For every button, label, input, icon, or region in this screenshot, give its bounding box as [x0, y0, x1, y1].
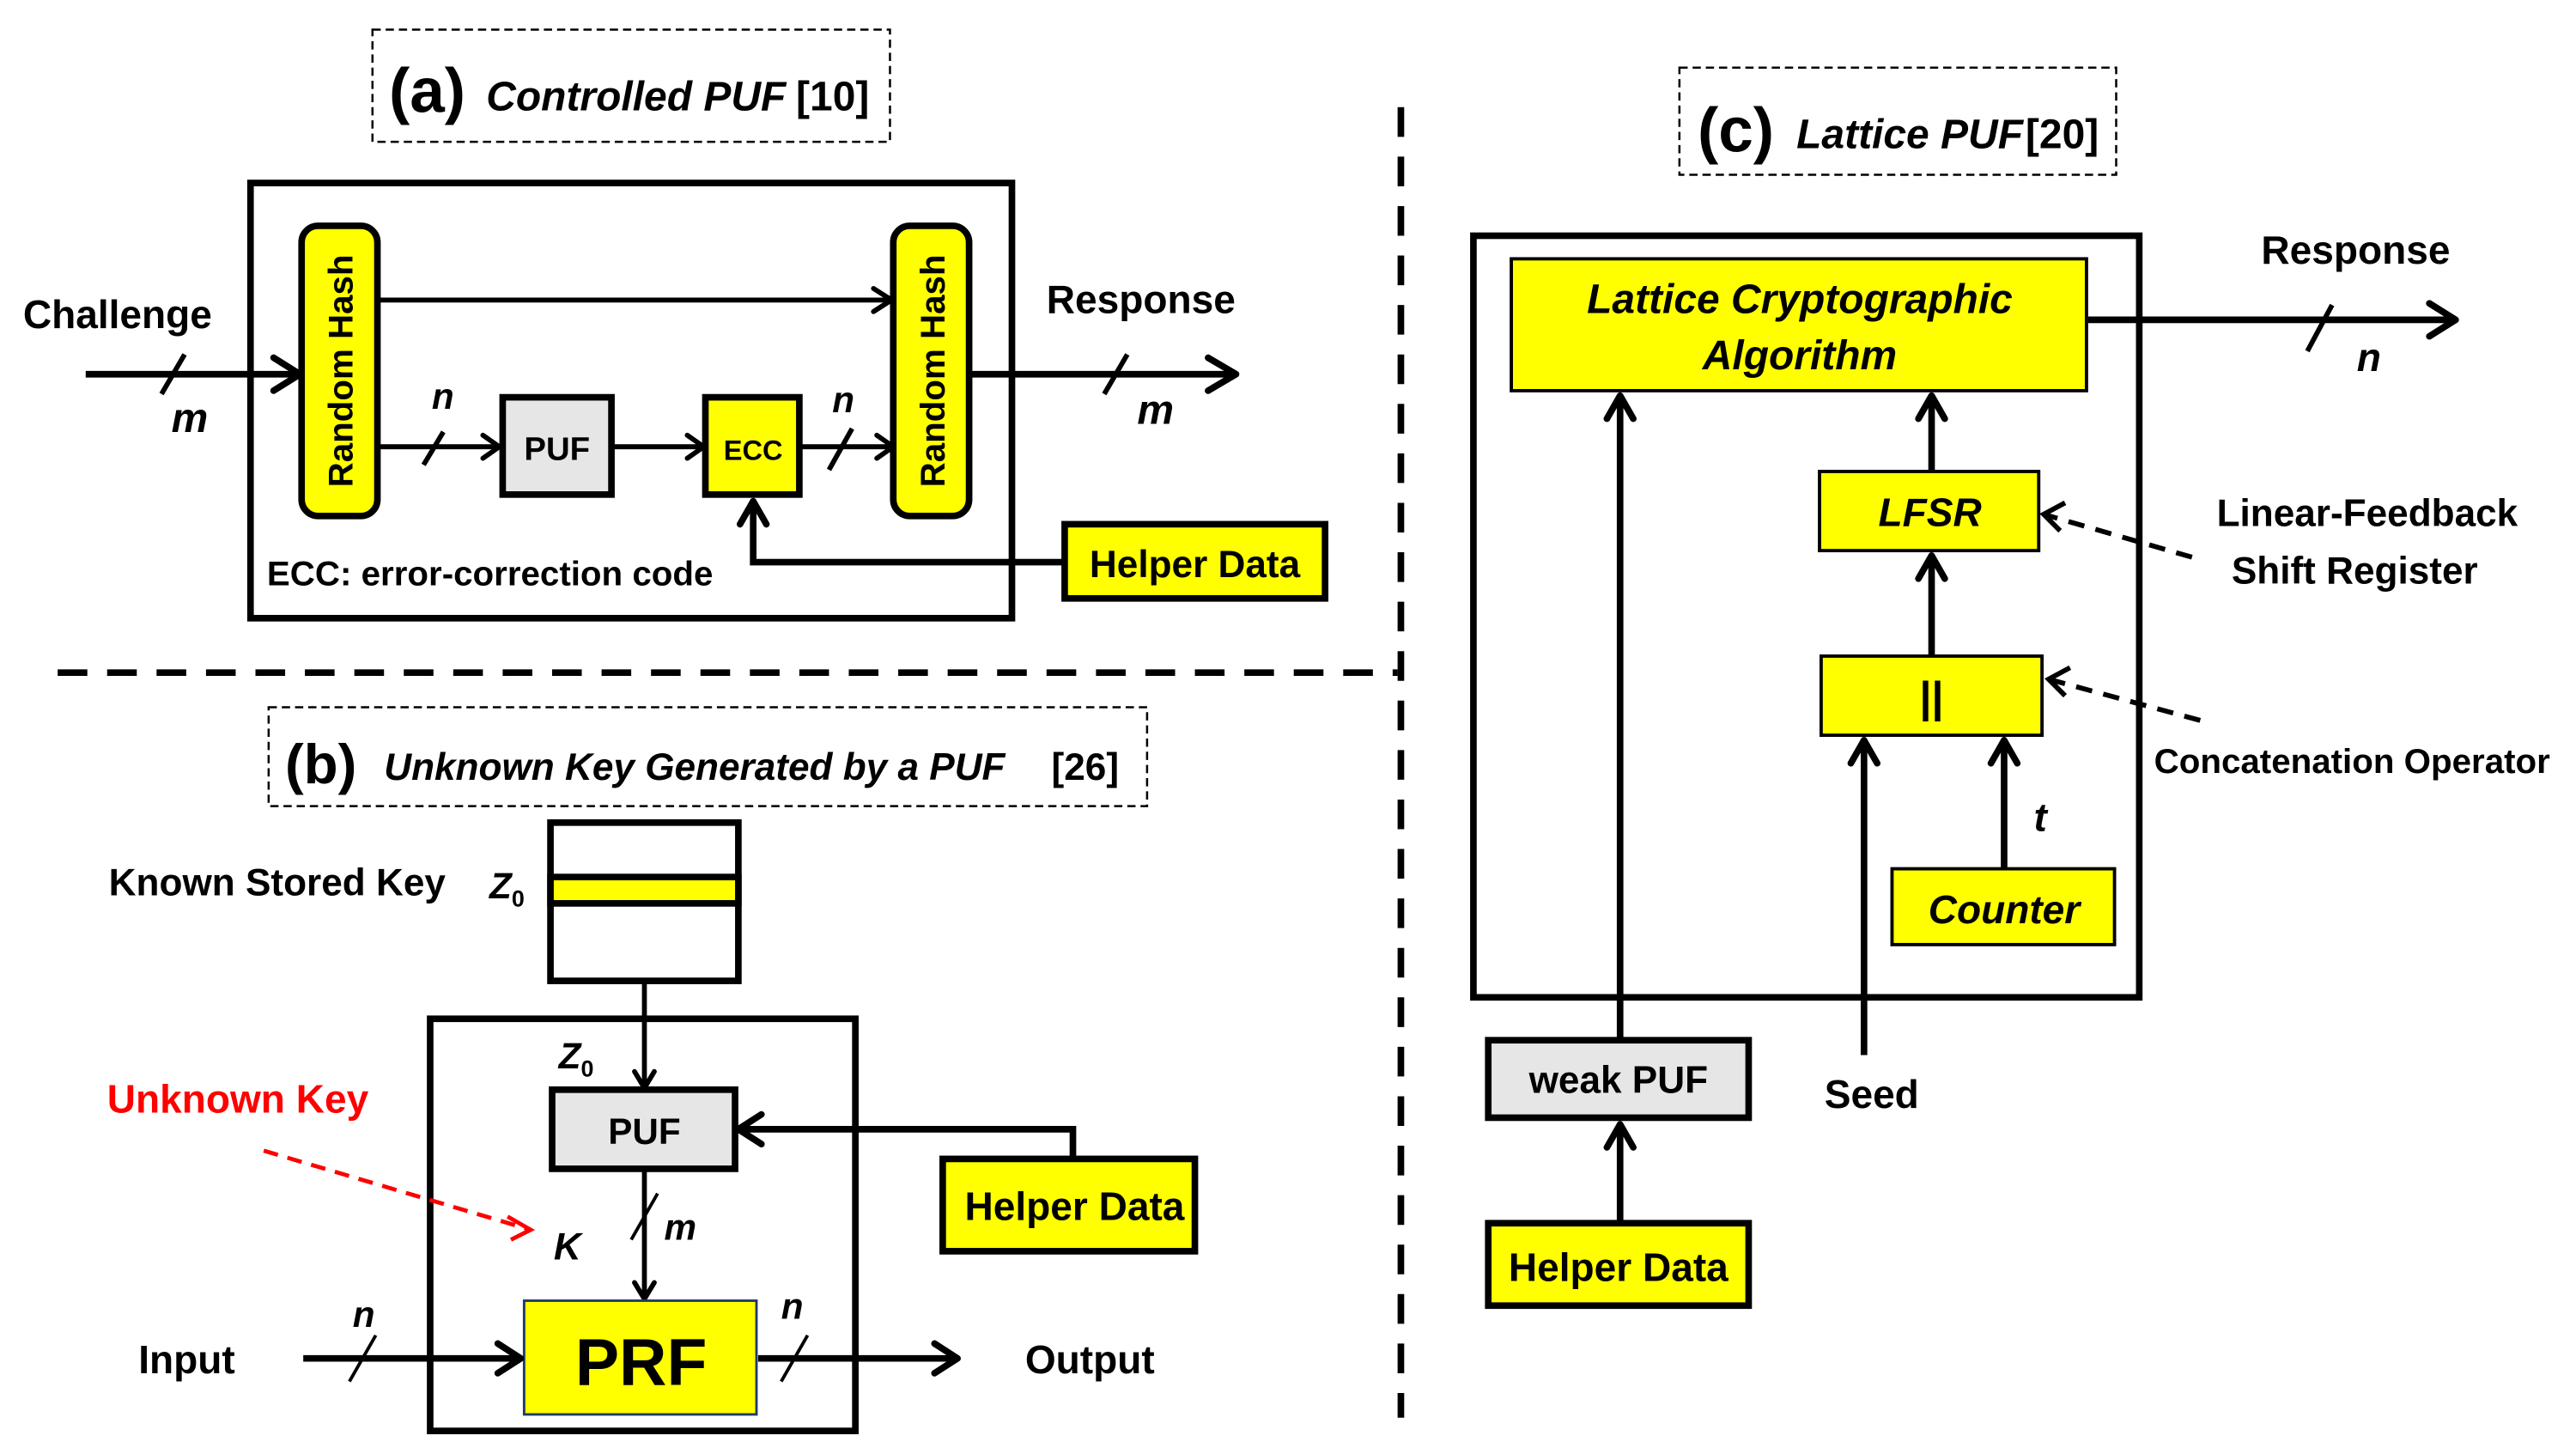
bus-width-k: m — [665, 1207, 697, 1247]
unknown-key-arrowhead — [506, 1214, 536, 1242]
response-label-a: Response — [1047, 277, 1236, 322]
ecc-note: ECC: error-correction code — [267, 554, 713, 593]
bus-width-m-out: m — [1137, 387, 1174, 433]
response-label-c: Response — [2261, 228, 2450, 272]
puf-label-a: PUF — [524, 431, 590, 468]
k-label: K — [554, 1226, 584, 1268]
puf-label-b: PUF — [608, 1111, 680, 1152]
t-label: t — [2034, 794, 2049, 839]
bus-width-input: n — [353, 1294, 375, 1335]
ecc-label: ECC — [724, 435, 783, 466]
input-label: Input — [138, 1337, 235, 1382]
panel-b: (b) Unknown Key Generated by a PUF [26] … — [107, 706, 1199, 1434]
random-hash-left-label: Random Hash — [322, 254, 361, 487]
challenge-label: Challenge — [23, 292, 212, 337]
concat-label: || — [1920, 673, 1944, 722]
lattice-algorithm-label-1: Lattice Cryptographic — [1587, 277, 2013, 323]
panel-a-title: Controlled PUF — [486, 75, 787, 120]
unknown-key-pointer — [263, 1148, 532, 1232]
z0-label-puf: Z0 — [558, 1036, 594, 1082]
panel-b-tag: (b) — [285, 733, 356, 795]
z0-label-store: Z0 — [489, 866, 525, 912]
bus-width-n-puf: n — [432, 376, 454, 417]
key-register-slot — [547, 873, 742, 907]
bus-width-n-ecc: n — [832, 380, 854, 420]
panel-b-title: Unknown Key Generated by a PUF — [384, 746, 1005, 788]
unknown-key-label: Unknown Key — [107, 1077, 369, 1122]
helper-to-puf-line — [738, 1126, 1077, 1159]
panel-c-tag: (c) — [1698, 96, 1774, 166]
concat-note: Concatenation Operator — [2154, 742, 2551, 781]
puf-diagram: (a) Controlled PUF [10] Challenge m Rand… — [23, 28, 2551, 1434]
helper-data-label-b: Helper Data — [964, 1183, 1184, 1228]
lfsr-note-2: Shift Register — [2232, 551, 2478, 593]
panel-c-title: Lattice PUF — [1796, 113, 2025, 158]
bus-width-m-in: m — [172, 396, 209, 441]
lfsr-note-1: Linear-Feedback — [2217, 492, 2518, 534]
output-label: Output — [1025, 1337, 1155, 1382]
concat-note-pointer — [2048, 677, 2202, 723]
helper-data-label-a: Helper Data — [1090, 544, 1301, 586]
panel-c-ref: [20] — [2026, 113, 2099, 158]
lfsr-label: LFSR — [1878, 490, 1981, 534]
known-stored-key-label: Known Stored Key — [109, 861, 447, 903]
counter-label: Counter — [1929, 887, 2083, 932]
panel-c: (c) Lattice PUF [20] Lattice Cryptograph… — [1470, 66, 2551, 1310]
helper-data-label-c: Helper Data — [1509, 1244, 1728, 1289]
bus-width-response: n — [2357, 335, 2381, 380]
panel-a-ref: [10] — [796, 75, 869, 120]
weak-puf-label: weak PUF — [1528, 1060, 1708, 1102]
panel-a-tag: (a) — [389, 57, 465, 126]
lfsr-note-pointer — [2043, 512, 2193, 560]
prf-label: PRF — [575, 1326, 708, 1399]
random-hash-right-label: Random Hash — [914, 254, 952, 487]
panel-a: (a) Controlled PUF [10] Challenge m Rand… — [23, 28, 1329, 622]
bus-width-output: n — [781, 1287, 804, 1327]
bus-slash — [2305, 303, 2335, 353]
panel-b-ref: [26] — [1052, 746, 1119, 788]
seed-label: Seed — [1825, 1072, 1919, 1116]
lattice-algorithm-label-2: Algorithm — [1702, 333, 1897, 379]
